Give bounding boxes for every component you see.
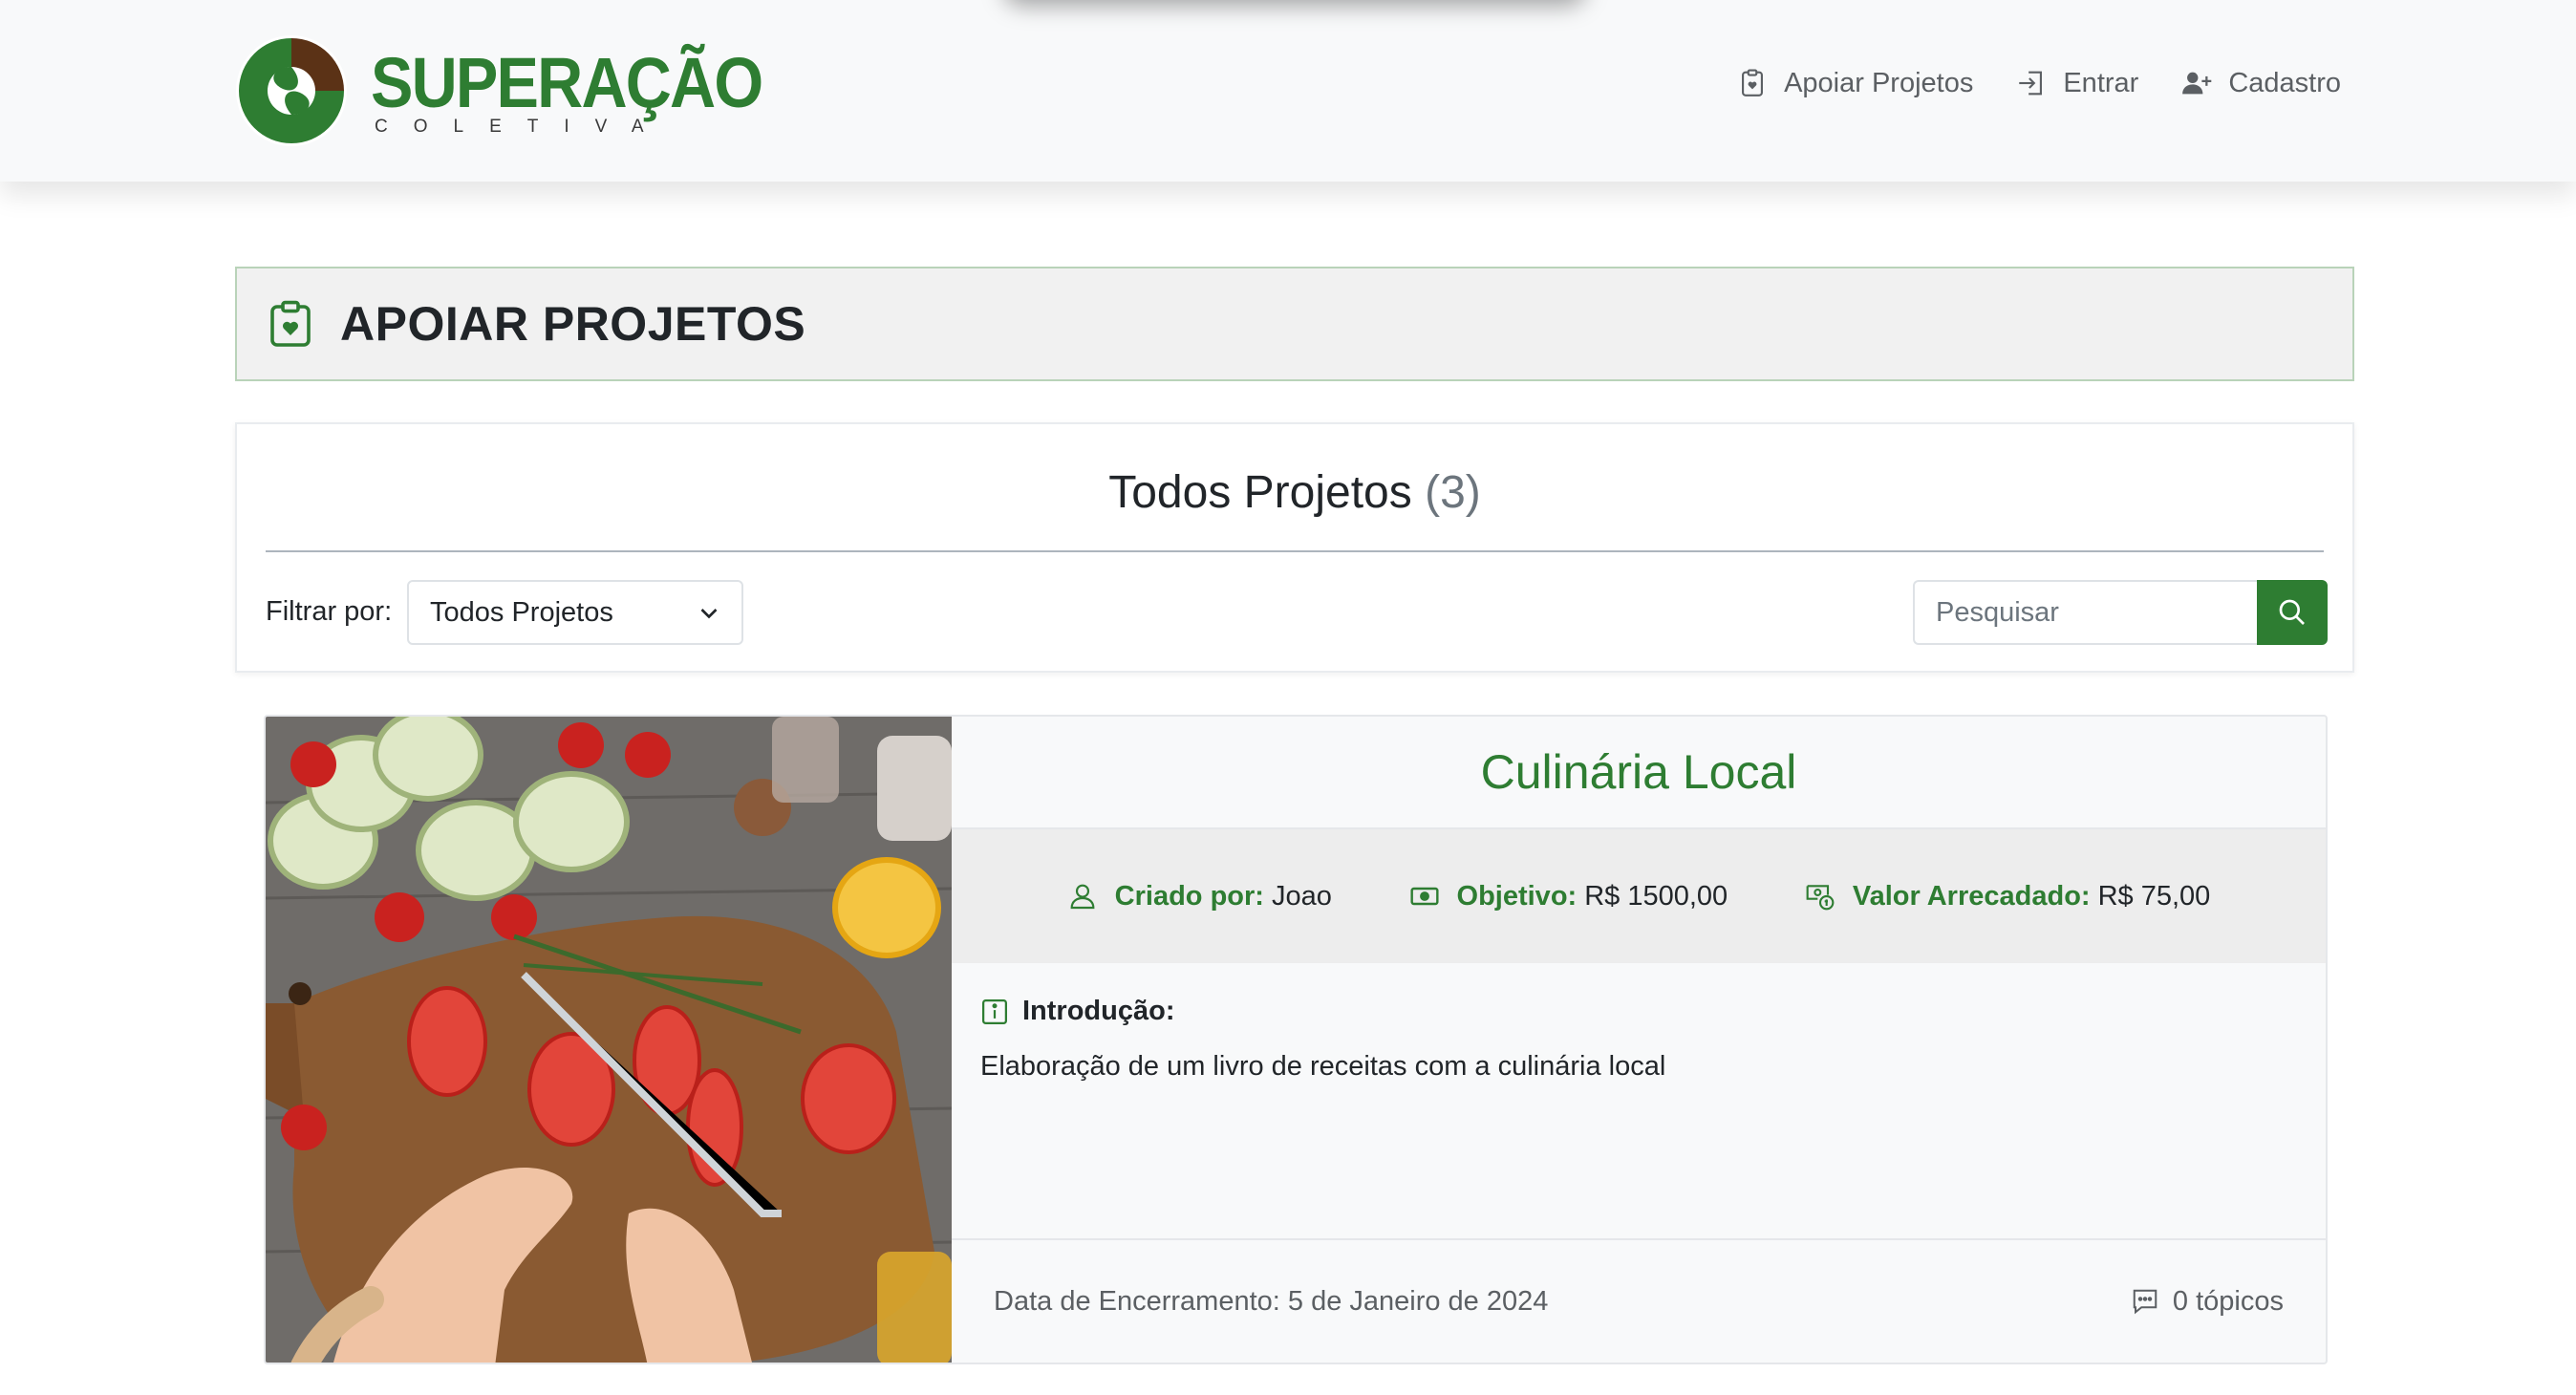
search-button[interactable] (2257, 580, 2328, 645)
stat-label: Valor Arrecadado: (1852, 880, 2091, 912)
brand-subtitle: COLETIVA (375, 117, 670, 137)
stat-created-by: Criado por: Joao (1067, 881, 1332, 912)
logo-mark-icon (236, 35, 347, 146)
projects-heading-text: Todos Projetos (1108, 467, 1412, 518)
topics-count: 0 tópicos (2172, 1285, 2284, 1317)
nav-link-label: Entrar (2063, 67, 2139, 98)
project-body: Culinária Local Criado por: Joao Objetiv… (952, 717, 2326, 1363)
intro-heading: Introdução: (980, 996, 1175, 1027)
closing-date: Data de Encerramento: 5 de Janeiro de 20… (994, 1285, 1549, 1317)
filter-select-value: Todos Projetos (430, 596, 613, 628)
navbar: SUPERAÇÃO COLETIVA Apoiar Projetos Entra… (0, 0, 2576, 182)
person-icon (1070, 884, 1095, 910)
project-stats: Criado por: Joao Objetivo: R$ 1500,00 Va… (952, 829, 2326, 963)
project-footer: Data de Encerramento: 5 de Janeiro de 20… (952, 1238, 2326, 1363)
clipboard-heart-icon (270, 300, 311, 347)
person-plus-icon (2182, 72, 2212, 95)
search-icon (2279, 599, 2305, 625)
project-title[interactable]: Culinária Local (952, 717, 2326, 829)
nav-link-cadastro[interactable]: Cadastro (2180, 67, 2341, 99)
stat-value: R$ 1500,00 (1584, 880, 1728, 912)
filter-label: Filtrar por: (266, 596, 393, 627)
stat-value: R$ 75,00 (2097, 880, 2211, 912)
project-image (266, 717, 952, 1363)
brand-logo[interactable]: SUPERAÇÃO COLETIVA (235, 34, 763, 149)
stat-goal: Objetivo: R$ 1500,00 (1409, 881, 1728, 912)
nav-link-label: Cadastro (2228, 67, 2341, 98)
project-card[interactable]: Culinária Local Criado por: Joao Objetiv… (264, 715, 2328, 1364)
nav-link-label: Apoiar Projetos (1784, 67, 1974, 98)
info-square-icon (982, 998, 1007, 1024)
clipboard-heart-icon (1742, 69, 1764, 97)
stat-label: Criado por: (1114, 880, 1264, 912)
login-icon (2019, 71, 2043, 96)
chevron-down-icon (700, 609, 718, 619)
page-title: APOIAR PROJETOS (340, 297, 806, 351)
divider (266, 550, 2324, 552)
cash-coin-icon (1806, 885, 1835, 911)
stat-label: Objetivo: (1456, 880, 1578, 912)
chat-square-dots-icon (2133, 1289, 2157, 1315)
filter-select[interactable]: Todos Projetos (407, 580, 743, 645)
brand-name: SUPERAÇÃO (371, 43, 763, 122)
search-input[interactable] (1913, 580, 2259, 645)
page-header: APOIAR PROJETOS (235, 267, 2354, 381)
projects-heading: Todos Projetos (3) (237, 466, 2352, 519)
filter-card: Todos Projetos (3) Filtrar por: Todos Pr… (235, 422, 2354, 673)
stat-value: Joao (1271, 880, 1332, 912)
projects-count: (3) (1425, 467, 1481, 518)
nav-link-apoiar-projetos[interactable]: Apoiar Projetos (1736, 67, 1973, 99)
intro-text: Elaboração de um livro de receitas com a… (980, 1051, 1666, 1082)
nav-link-entrar[interactable]: Entrar (2015, 67, 2138, 99)
nav-links: Apoiar Projetos Entrar Cadastro (1736, 67, 2341, 99)
cash-icon (1409, 887, 1439, 906)
topics-link[interactable]: 0 tópicos (2131, 1286, 2284, 1318)
intro-label: Introdução: (1022, 996, 1175, 1026)
stat-raised: Valor Arrecadado: R$ 75,00 (1805, 881, 2210, 912)
